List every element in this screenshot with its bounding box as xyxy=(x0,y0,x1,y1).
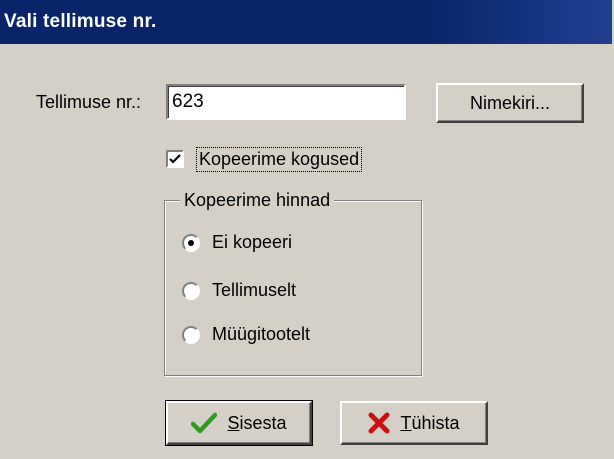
submit-button[interactable]: Sisesta xyxy=(165,400,313,446)
checkmark-icon xyxy=(191,412,218,434)
order-number-label: Tellimuse nr.: xyxy=(36,92,142,112)
red-x-icon xyxy=(368,412,390,434)
copy-quantities-checkbox-row[interactable]: Kopeerime kogused xyxy=(166,146,363,172)
title-bar[interactable]: Vali tellimuse nr. xyxy=(0,0,612,44)
copy-quantities-checkbox[interactable] xyxy=(166,150,184,168)
dialog-window: Vali tellimuse nr. Tellimuse nr.: Nimeki… xyxy=(0,0,614,459)
cancel-button[interactable]: Tühista xyxy=(340,401,488,445)
radio-option-no-copy[interactable]: Ei kopeeri xyxy=(182,232,292,253)
cancel-button-label: Tühista xyxy=(400,412,460,433)
radio-button-from-order[interactable] xyxy=(182,281,200,300)
list-button[interactable]: Nimekiri... xyxy=(436,83,584,123)
checkmark-glyph-icon xyxy=(169,154,181,164)
window-title: Vali tellimuse nr. xyxy=(4,11,157,32)
list-button-label: Nimekiri... xyxy=(470,92,550,113)
order-number-field-frame xyxy=(166,84,406,120)
radio-label-no-copy: Ei kopeeri xyxy=(212,232,293,252)
radio-option-from-sales-product[interactable]: Müügitootelt xyxy=(182,324,310,345)
copy-quantities-label: Kopeerime kogused xyxy=(196,146,363,172)
radio-button-from-sales-product[interactable] xyxy=(182,325,200,344)
radio-option-from-order[interactable]: Tellimuselt xyxy=(182,280,296,301)
radio-label-from-sales-product: Müügitootelt xyxy=(212,324,311,344)
price-copy-group-title: Kopeerime hinnad xyxy=(180,190,335,211)
order-number-input[interactable] xyxy=(168,86,404,118)
radio-button-no-copy[interactable] xyxy=(182,233,200,252)
radio-label-from-order: Tellimuselt xyxy=(212,280,297,300)
submit-button-label: Sisesta xyxy=(227,412,287,433)
